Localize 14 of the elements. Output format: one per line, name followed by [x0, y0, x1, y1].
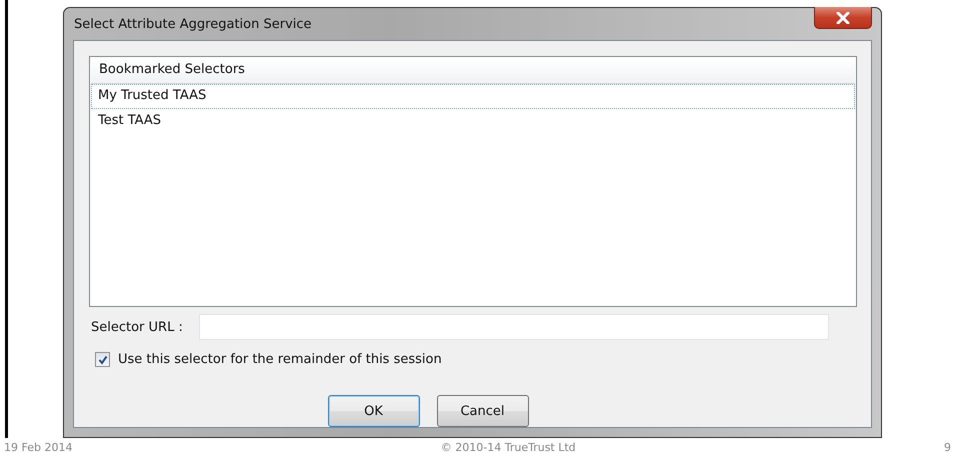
page-number: 9: [944, 441, 951, 454]
url-field[interactable]: [199, 314, 829, 340]
close-icon: [836, 12, 850, 24]
dialog-button[interactable]: Cancel: [436, 395, 528, 427]
slide-date: 19 Feb 2014: [4, 441, 72, 454]
checkbox-label: Use this selector for the remainder of this session: [118, 352, 442, 367]
checkbox[interactable]: [95, 352, 110, 367]
list-item[interactable]: My Trusted TAAS: [91, 84, 855, 109]
list-item[interactable]: Test TAAS: [91, 109, 855, 134]
dialog-button[interactable]: OK: [328, 395, 420, 427]
window-title: Select Attribute Aggregation Service: [73, 16, 312, 32]
close-button[interactable]: [814, 7, 872, 29]
copyright-text: © 2010-14 TrueTrust Ltd: [440, 441, 576, 454]
field-label: Selector URL :: [90, 320, 184, 334]
